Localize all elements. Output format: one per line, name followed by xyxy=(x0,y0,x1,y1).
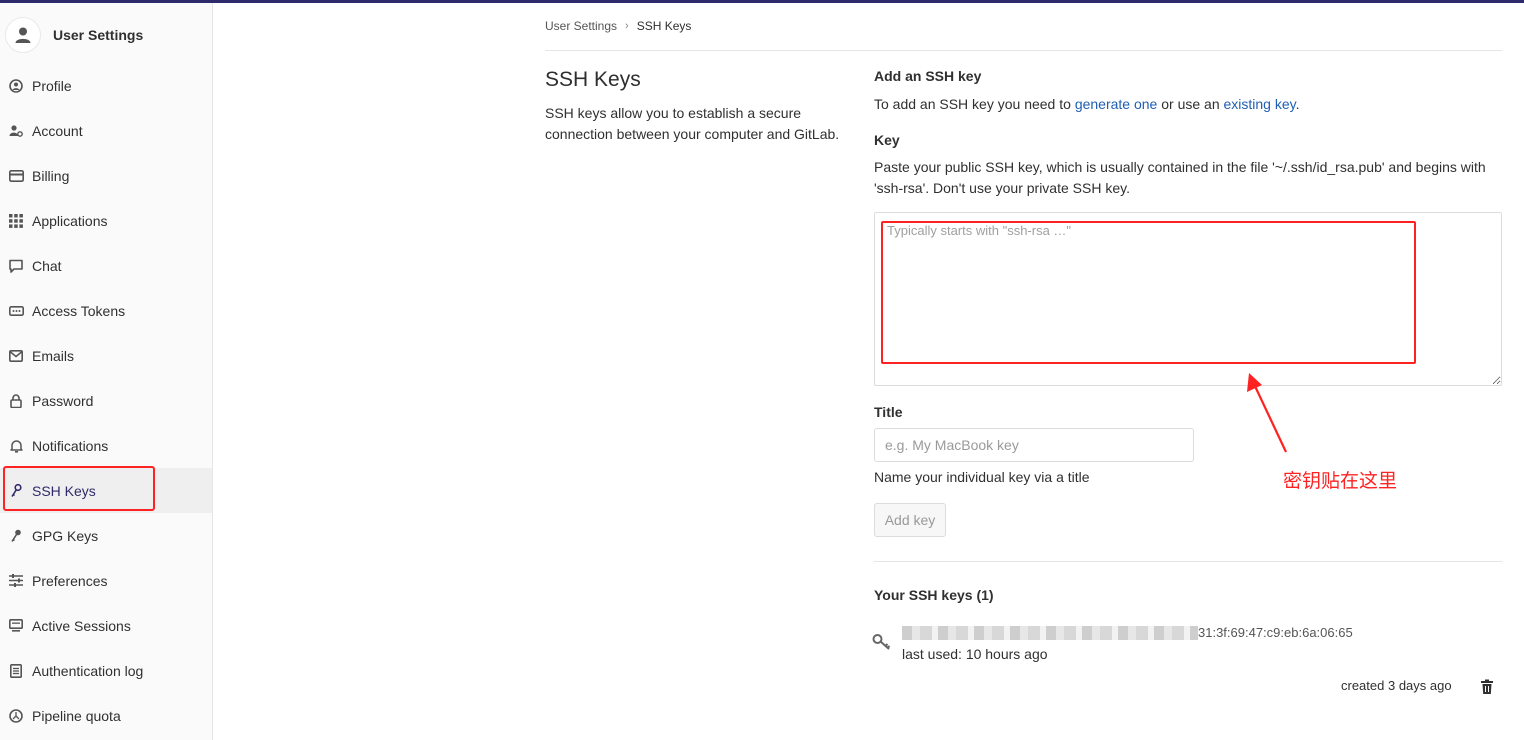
key-textarea[interactable] xyxy=(874,212,1502,386)
sidebar-item-billing[interactable]: Billing xyxy=(0,153,212,198)
divider xyxy=(874,561,1502,562)
sidebar-item-label: Preferences xyxy=(32,572,108,589)
breadcrumb-current[interactable]: SSH Keys xyxy=(637,19,692,33)
key-icon xyxy=(872,634,891,650)
trash-icon[interactable] xyxy=(1480,679,1494,695)
chevron-right-icon: › xyxy=(625,20,629,32)
title-help-text: Name your individual key via a title xyxy=(874,469,1090,485)
divider xyxy=(545,50,1502,51)
sidebar-item-label: GPG Keys xyxy=(32,527,99,544)
monitor-icon xyxy=(8,618,24,634)
title-input[interactable] xyxy=(874,428,1194,462)
intro-text: or use an xyxy=(1157,96,1224,112)
page-title: SSH Keys xyxy=(545,68,641,91)
sidebar-item-label: Password xyxy=(32,392,94,409)
sidebar-item-label: Emails xyxy=(32,347,75,364)
sidebar: User Settings Profile Account Billing Ap… xyxy=(0,3,213,740)
key-last-used: last used: 10 hours ago xyxy=(902,646,1048,662)
quota-icon xyxy=(8,708,24,724)
sidebar-item-label: Profile xyxy=(32,77,72,94)
sidebar-item-password[interactable]: Password xyxy=(0,378,212,423)
top-bar xyxy=(0,0,1524,3)
breadcrumb-parent[interactable]: User Settings xyxy=(545,19,617,33)
key-fingerprint: 31:3f:69:47:c9:eb:6a:06:65 xyxy=(1198,625,1353,640)
sidebar-item-profile[interactable]: Profile xyxy=(0,63,212,108)
sidebar-item-label: SSH Keys xyxy=(32,482,96,499)
add-key-button[interactable]: Add key xyxy=(874,503,946,537)
sidebar-item-account[interactable]: Account xyxy=(0,108,212,153)
sidebar-item-label: Applications xyxy=(32,212,108,229)
sidebar-item-ssh-keys[interactable]: SSH Keys xyxy=(0,468,212,513)
key-icon xyxy=(8,483,24,499)
chat-icon xyxy=(8,258,24,274)
sidebar-header[interactable]: User Settings xyxy=(0,13,212,57)
token-icon xyxy=(8,303,24,319)
sidebar-item-label: Access Tokens xyxy=(32,302,126,319)
log-icon xyxy=(8,663,24,679)
sidebar-item-gpg-keys[interactable]: GPG Keys xyxy=(0,513,212,558)
intro-text: . xyxy=(1295,96,1300,112)
billing-icon xyxy=(8,168,24,184)
sidebar-item-label: Billing xyxy=(32,167,70,184)
fingerprint-redacted xyxy=(902,626,1198,640)
sidebar-item-notifications[interactable]: Notifications xyxy=(0,423,212,468)
sidebar-item-chat[interactable]: Chat xyxy=(0,243,212,288)
breadcrumb: User Settings › SSH Keys xyxy=(545,19,691,33)
sidebar-item-label: Account xyxy=(32,122,83,139)
bell-icon xyxy=(8,438,24,454)
sidebar-item-access-tokens[interactable]: Access Tokens xyxy=(0,288,212,333)
add-key-heading: Add an SSH key xyxy=(874,68,982,84)
sidebar-title: User Settings xyxy=(53,27,144,43)
title-label: Title xyxy=(874,404,903,420)
applications-icon xyxy=(8,213,24,229)
sliders-icon xyxy=(8,573,24,589)
page-description: SSH keys allow you to establish a secure… xyxy=(545,105,840,142)
sidebar-item-label: Notifications xyxy=(32,437,109,454)
sidebar-item-preferences[interactable]: Preferences xyxy=(0,558,212,603)
account-icon xyxy=(8,123,24,139)
sidebar-item-active-sessions[interactable]: Active Sessions xyxy=(0,603,212,648)
profile-icon xyxy=(8,78,24,94)
sidebar-item-label: Active Sessions xyxy=(32,617,131,634)
annotation-text: 密钥贴在这里 xyxy=(1283,470,1398,492)
key-help-text: Paste your public SSH key, which is usua… xyxy=(874,159,1486,196)
key-label: Key xyxy=(874,132,900,148)
add-key-intro: To add an SSH key you need to generate o… xyxy=(874,94,1300,115)
intro-text: To add an SSH key you need to xyxy=(874,96,1075,112)
sidebar-item-label: Authentication log xyxy=(32,662,144,679)
user-icon xyxy=(15,27,31,43)
sidebar-item-pipeline-quota[interactable]: Pipeline quota xyxy=(0,693,212,738)
existing-key-link[interactable]: existing key xyxy=(1224,96,1296,112)
key-created: created 3 days ago xyxy=(1341,678,1452,693)
email-icon xyxy=(8,348,24,364)
sidebar-item-label: Pipeline quota xyxy=(32,707,121,724)
sidebar-item-authentication-log[interactable]: Authentication log xyxy=(0,648,212,693)
sidebar-item-emails[interactable]: Emails xyxy=(0,333,212,378)
sidebar-item-applications[interactable]: Applications xyxy=(0,198,212,243)
your-keys-heading: Your SSH keys (1) xyxy=(874,587,994,603)
lock-icon xyxy=(8,393,24,409)
sidebar-item-label: Chat xyxy=(32,257,62,274)
generate-one-link[interactable]: generate one xyxy=(1075,96,1158,112)
key-icon xyxy=(8,528,24,544)
avatar[interactable] xyxy=(5,17,41,53)
